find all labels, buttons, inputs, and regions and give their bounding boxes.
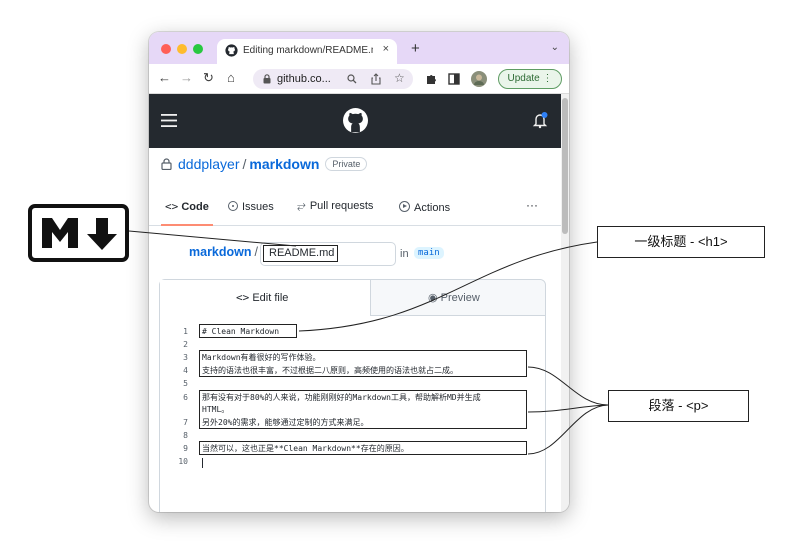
share-icon[interactable] (371, 73, 381, 85)
github-logo-icon[interactable] (343, 108, 368, 133)
tab-actions[interactable]: Actions (399, 200, 450, 214)
address-text: github.co... (277, 73, 331, 85)
tab-issues[interactable]: Issues (228, 200, 274, 213)
repo-separator: / (242, 156, 247, 172)
notification-bell-icon[interactable] (532, 111, 548, 129)
repo-owner-link[interactable]: dddplayer (178, 156, 240, 172)
tab-bar: Editing markdown/README.md × + ⌄ (149, 32, 569, 64)
markdown-mark-icon (42, 218, 117, 250)
pull-request-icon: ⥂ (297, 200, 306, 212)
issue-icon (228, 201, 238, 211)
filename-input[interactable]: README.md (260, 242, 396, 266)
zoom-window-button[interactable] (193, 44, 203, 54)
code-icon: <> (165, 200, 179, 213)
back-arrow-icon[interactable]: ← (158, 71, 171, 85)
visibility-badge: Private (325, 157, 368, 171)
line-number: 8 (183, 431, 188, 440)
tab-code[interactable]: <> Code (165, 200, 209, 213)
play-icon (399, 201, 410, 212)
tab-pull-requests-label: Pull requests (309, 200, 374, 212)
new-tab-button[interactable]: + (411, 40, 420, 57)
line-number: 9 (183, 444, 188, 453)
editor-panel: <> Edit file ◉ Preview 1 # Clean Markdow… (159, 279, 546, 512)
path-repo-link[interactable]: markdown (189, 245, 252, 259)
edit-file-label: <> Edit file (236, 291, 288, 304)
eye-icon: ◉ (428, 292, 438, 304)
line-number: 5 (183, 379, 188, 388)
tab-title: Editing markdown/README.md (243, 45, 373, 56)
github-favicon-icon (225, 44, 238, 57)
minimize-window-button[interactable] (177, 44, 187, 54)
editor-tabs: <> Edit file ◉ Preview (160, 280, 545, 316)
reload-icon[interactable]: ↻ (203, 71, 214, 85)
line-number: 10 (178, 457, 188, 466)
profile-avatar[interactable] (471, 71, 487, 87)
close-window-button[interactable] (161, 44, 171, 54)
repo-lock-icon (161, 158, 172, 171)
preview-text: Preview (440, 292, 480, 304)
side-panel-icon[interactable] (448, 73, 460, 85)
address-bar[interactable]: github.co... ☆ (253, 69, 413, 89)
heading-annotation: 一级标题 - <h1> (597, 226, 765, 258)
scrollbar-thumb[interactable] (562, 98, 568, 234)
paragraph-highlight-box (199, 441, 527, 455)
more-menu-icon: ⋮ (542, 73, 553, 84)
line-number: 2 (183, 340, 188, 349)
line-number: 6 (183, 393, 188, 402)
tab-search-chevron-icon[interactable]: ⌄ (551, 42, 559, 53)
file-path: markdown / (189, 245, 258, 259)
hamburger-menu-icon[interactable] (161, 114, 177, 127)
line-number: 7 (183, 418, 188, 427)
repo-name-link[interactable]: markdown (249, 156, 319, 172)
zoom-icon[interactable] (347, 74, 357, 84)
update-button[interactable]: Update ⋮ (498, 69, 562, 89)
lock-icon (263, 74, 271, 84)
extensions-puzzle-icon[interactable] (425, 73, 437, 85)
paragraph-highlight-box (199, 350, 527, 377)
branch-in-label: in (400, 248, 409, 260)
tab-preview[interactable]: ◉ Preview (370, 280, 545, 316)
tab-close-button[interactable]: × (383, 43, 389, 55)
tab-code-label: Code (181, 201, 209, 213)
home-icon[interactable]: ⌂ (227, 71, 235, 85)
repo-title: dddplayer / markdown Private (161, 156, 368, 172)
preview-label: ◉ Preview (428, 291, 480, 304)
markdown-logo (28, 204, 129, 262)
browser-window: Editing markdown/README.md × + ⌄ ← → ↻ ⌂… (149, 32, 569, 512)
browser-tab[interactable]: Editing markdown/README.md × (217, 39, 397, 64)
tab-edit-file[interactable]: <> Edit file (160, 280, 370, 316)
tab-issues-label: Issues (242, 201, 274, 213)
browser-toolbar: ← → ↻ ⌂ github.co... ☆ Update ⋮ (149, 64, 569, 94)
bookmark-star-icon[interactable]: ☆ (394, 71, 405, 85)
tab-pull-requests[interactable]: ⥂ Pull requests (297, 200, 373, 213)
line-number: 3 (183, 353, 188, 362)
edit-file-text: Edit file (252, 292, 289, 304)
line-number: 1 (183, 327, 188, 336)
github-header (149, 94, 561, 148)
active-tab-underline (161, 224, 213, 226)
code-icon: <> (236, 291, 250, 304)
paragraph-annotation: 段落 - <p> (608, 390, 749, 422)
text-cursor (202, 458, 203, 468)
repo-nav: <> Code Issues ⥂ Pull requests Actions ··… (149, 190, 561, 226)
tab-actions-label: Actions (414, 202, 451, 214)
heading-highlight-box (199, 324, 297, 338)
paragraph-highlight-box (199, 390, 527, 429)
path-separator: / (254, 245, 258, 259)
more-options-button[interactable]: ··· (526, 198, 538, 212)
branch-badge: main (414, 247, 444, 259)
line-number: 4 (183, 366, 188, 375)
filename-value: README.md (263, 245, 338, 262)
forward-arrow-icon[interactable]: → (180, 71, 193, 85)
update-label: Update (507, 73, 540, 84)
